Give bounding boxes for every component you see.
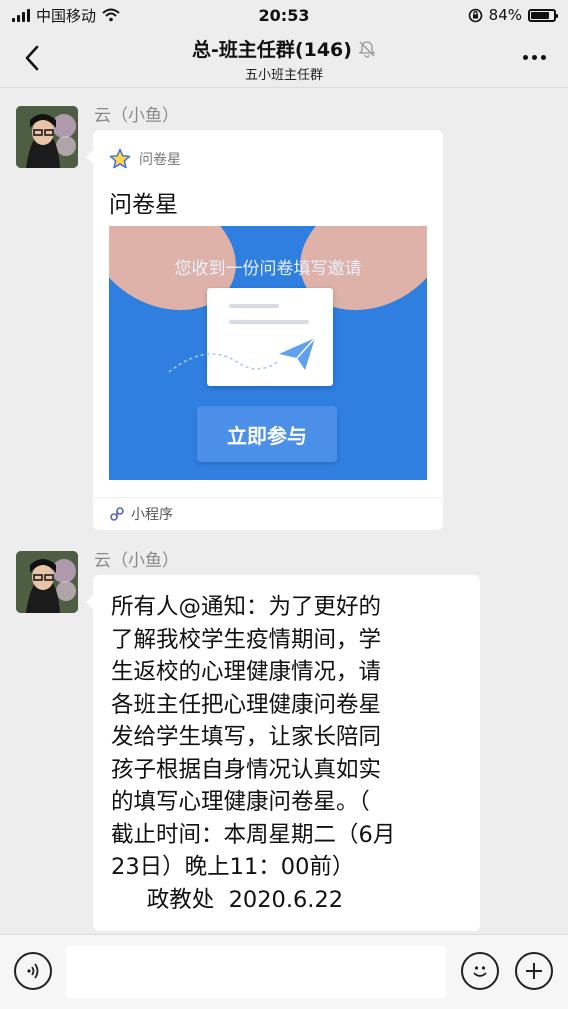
message-input[interactable]: [66, 946, 446, 998]
status-time: 20:53: [258, 5, 310, 25]
star-icon: [109, 148, 131, 169]
mini-program-icon: [110, 507, 124, 521]
rotation-lock-icon: [468, 8, 482, 22]
battery-fill: [531, 11, 550, 19]
status-left: 中国移动: [12, 5, 212, 26]
battery-percent: 84%: [488, 6, 522, 24]
voice-button[interactable]: [14, 952, 52, 990]
status-bar: 中国移动 20:53 84%: [0, 0, 568, 30]
card-footer-label: 小程序: [131, 507, 173, 523]
message-bubble[interactable]: 所有人@通知：为了更好的 了解我校学生疫情期间，学 生返校的心理健康情况，请 各…: [86, 575, 480, 931]
emoji-button[interactable]: [461, 952, 499, 990]
card-footer: 小程序: [93, 497, 443, 530]
sender-avatar[interactable]: [16, 551, 78, 613]
card-title: 问卷星: [109, 192, 178, 218]
paper-line: [229, 320, 309, 324]
plus-button[interactable]: [515, 952, 553, 990]
mini-program-card[interactable]: 问卷星 问卷星 您收到一份问卷填写邀请 立即参与 小程序: [86, 130, 443, 530]
back-button[interactable]: [14, 40, 50, 76]
carrier-label: 中国移动: [36, 6, 97, 25]
nav-bar: 总-班主任群(146) 五小班主任群: [0, 30, 568, 88]
dashed-path: [168, 353, 278, 373]
card-app-header: 问卷星: [109, 148, 181, 170]
more-dots-icon: [522, 54, 528, 60]
voice-icon: [27, 963, 39, 979]
card-app-name: 问卷星: [139, 152, 181, 168]
chat-title: 总-班主任群(146): [192, 35, 376, 62]
join-now-button[interactable]: 立即参与: [197, 406, 337, 462]
avatar-image: [16, 106, 78, 168]
sender-name: 云（小鱼）: [94, 551, 179, 571]
bell-off-icon: [358, 40, 376, 58]
sender-avatar[interactable]: [16, 106, 78, 168]
wifi-icon: [102, 8, 120, 22]
more-dot: [531, 54, 537, 60]
sender-name: 云（小鱼）: [94, 106, 179, 126]
paper-line: [229, 304, 279, 308]
chevron-left-icon: [25, 45, 39, 71]
chat-title-area: 总-班主任群(146) 五小班主任群: [110, 35, 458, 83]
thumb-paper: [168, 288, 333, 386]
more-button[interactable]: [514, 42, 554, 72]
avatar-image: [16, 551, 78, 613]
card-thumbnail: 您收到一份问卷填写邀请 立即参与: [109, 226, 427, 480]
plus-icon: [526, 963, 542, 979]
signal-icon: [12, 8, 30, 22]
battery-icon: [528, 8, 558, 22]
emoji-icon: [473, 966, 487, 977]
chat-title-text: 总-班主任群(146): [192, 39, 352, 61]
more-dot: [540, 54, 546, 60]
thumb-invite-text: 您收到一份问卷填写邀请: [174, 259, 362, 279]
status-right: 84%: [356, 6, 558, 24]
input-bar: [0, 934, 568, 1009]
chat-subtitle: 五小班主任群: [244, 68, 323, 83]
